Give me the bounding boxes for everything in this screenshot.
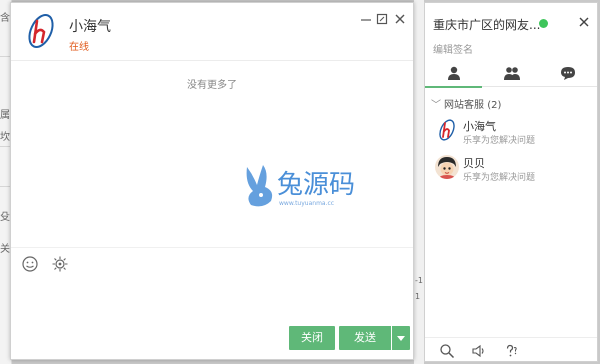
panel-title: 重庆市广区的网友...: [433, 18, 541, 32]
avatar: [435, 118, 459, 142]
friend-name: 贝贝: [463, 157, 485, 170]
friend-icon: [448, 66, 460, 80]
maximize-icon[interactable]: [375, 12, 389, 26]
group-label: 网站客服: [444, 100, 484, 111]
friend-signature: 乐享为您解决问题: [463, 136, 536, 146]
bg-fragment: 含: [0, 13, 10, 24]
close-icon[interactable]: [393, 12, 407, 26]
panel-bottom-bar: [425, 337, 597, 361]
emoji-icon[interactable]: [21, 255, 39, 273]
bg-fragment: 关: [0, 244, 10, 255]
sound-icon[interactable]: [471, 343, 487, 359]
history-icon: [561, 67, 575, 80]
watermark-logo: 兔源码 www.tuyuanma.cc: [246, 165, 355, 207]
help-icon[interactable]: [503, 343, 519, 359]
group-header-support[interactable]: ﹀ 网站客服 (2): [431, 96, 501, 111]
search-icon[interactable]: [439, 343, 455, 359]
message-input[interactable]: [11, 277, 413, 325]
signature-field[interactable]: 编辑签名: [433, 41, 473, 56]
online-status-dot: [539, 19, 548, 28]
bg-fragment: 殳: [0, 212, 10, 223]
minimize-icon[interactable]: [359, 12, 373, 26]
list-item[interactable]: 小海气 乐享为您解决问题: [425, 116, 597, 154]
chat-window: 小海气 在线 没有更多了 兔源码 www.tuyuanma.cc 关闭 发送: [10, 2, 414, 360]
bg-fragment: 坎: [0, 132, 10, 143]
send-button[interactable]: 发送: [339, 326, 391, 350]
contact-name: 小海气: [69, 19, 111, 35]
bg-fragment: 1: [415, 292, 421, 301]
list-item[interactable]: 贝贝 乐享为您解决问题: [425, 153, 597, 191]
watermark-subtext: www.tuyuanma.cc: [279, 200, 334, 207]
tab-friends[interactable]: [425, 59, 482, 88]
panel-tabs: [425, 59, 597, 88]
bg-fragment: -1: [415, 276, 423, 285]
tab-groups[interactable]: [482, 59, 539, 87]
send-options-dropdown[interactable]: [392, 326, 410, 350]
contact-avatar-logo: [28, 14, 54, 48]
background-page-right: [414, 0, 424, 364]
chat-toolbar: [11, 247, 413, 277]
group-icon: [504, 67, 520, 80]
tab-history[interactable]: [539, 59, 596, 87]
contact-status: 在线: [69, 42, 89, 53]
group-count: (2): [487, 100, 502, 111]
bg-fragment: 属: [0, 110, 10, 121]
no-more-messages: 没有更多了: [187, 80, 237, 91]
avatar: [435, 155, 459, 179]
friend-name: 小海气: [463, 120, 496, 133]
friend-signature: 乐享为您解决问题: [463, 173, 536, 183]
contacts-panel: 重庆市广区的网友... 编辑签名 ﹀ 网站客服 (2) 小海气 乐享为您解决问题…: [424, 2, 598, 362]
watermark-text: 兔源码: [277, 170, 355, 200]
chat-header: 小海气 在线: [11, 3, 413, 61]
chevron-down-icon: ﹀: [431, 100, 441, 111]
message-area: 没有更多了: [11, 62, 413, 247]
image-icon[interactable]: [51, 255, 69, 273]
panel-close-icon[interactable]: [577, 15, 591, 29]
close-button[interactable]: 关闭: [289, 326, 335, 350]
